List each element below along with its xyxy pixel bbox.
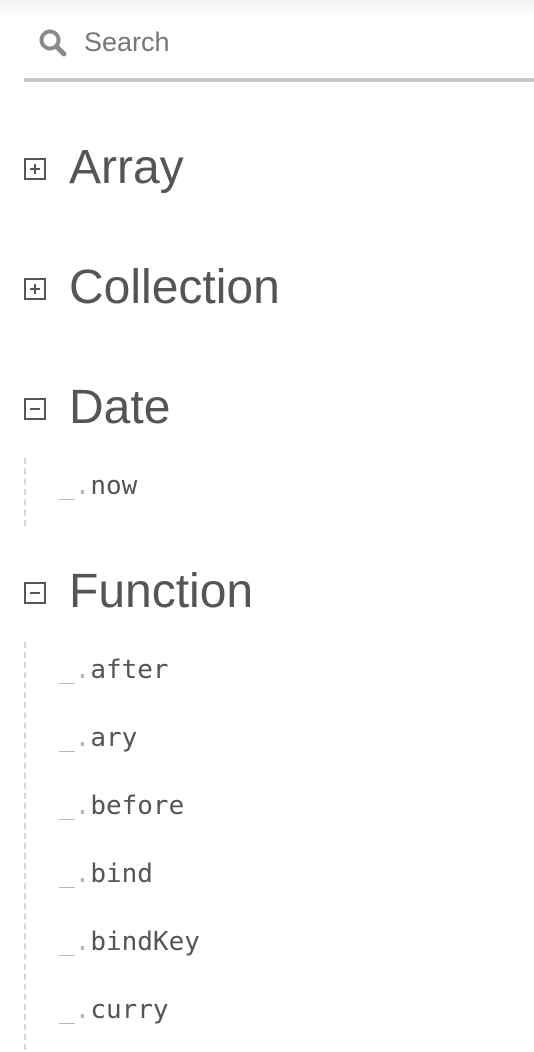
method-prefix: _. (59, 791, 91, 821)
method-label[interactable]: _.before (59, 791, 184, 821)
search-icon[interactable] (38, 28, 68, 58)
search-bar (24, 18, 534, 82)
method-prefix: _. (59, 927, 91, 957)
plus-square-icon[interactable] (24, 278, 46, 300)
method-label[interactable]: _.curry (59, 995, 169, 1025)
category-header-function[interactable]: Function (24, 562, 534, 622)
method-name: bindKey (90, 927, 200, 957)
method-label[interactable]: _.ary (59, 723, 137, 753)
method-name: curry (90, 995, 169, 1025)
category-date: Date _.now (24, 378, 534, 526)
category-title[interactable]: Collection (69, 258, 280, 318)
method-label[interactable]: _.bindKey (59, 927, 200, 957)
method-list-function: _.after _.ary _.before _.bind _.bindKey … (24, 642, 534, 1050)
method-name: ary (90, 723, 138, 753)
category-array: Array (24, 138, 534, 198)
method-label[interactable]: _.after (59, 655, 169, 685)
search-input[interactable] (84, 24, 524, 60)
method-link-after[interactable]: _.after (26, 642, 534, 710)
category-title[interactable]: Array (69, 138, 184, 198)
method-link-bind[interactable]: _.bind (26, 846, 534, 914)
category-collection: Collection (24, 258, 534, 318)
category-title[interactable]: Function (69, 562, 253, 622)
method-name: after (90, 655, 169, 685)
category-header-date[interactable]: Date (24, 378, 534, 438)
method-list-date: _.now (24, 458, 534, 526)
method-name: now (90, 471, 138, 501)
plus-square-icon[interactable] (24, 158, 46, 180)
method-link-before[interactable]: _.before (26, 778, 534, 846)
method-prefix: _. (59, 995, 91, 1025)
method-prefix: _. (59, 471, 91, 501)
method-prefix: _. (59, 859, 91, 889)
method-link-bindkey[interactable]: _.bindKey (26, 914, 534, 982)
category-header-array[interactable]: Array (24, 138, 534, 198)
method-link-ary[interactable]: _.ary (26, 710, 534, 778)
method-link-curry[interactable]: _.curry (26, 982, 534, 1050)
top-shade (0, 0, 534, 20)
method-name: before (90, 791, 185, 821)
method-prefix: _. (59, 655, 91, 685)
method-link-now[interactable]: _.now (26, 458, 534, 526)
method-label[interactable]: _.bind (59, 859, 153, 889)
category-title[interactable]: Date (69, 378, 170, 438)
method-prefix: _. (59, 723, 91, 753)
method-name: bind (90, 859, 153, 889)
minus-square-icon[interactable] (24, 398, 46, 420)
category-function: Function _.after _.ary _.before _.bind _… (24, 562, 534, 1050)
minus-square-icon[interactable] (24, 582, 46, 604)
category-header-collection[interactable]: Collection (24, 258, 534, 318)
method-label[interactable]: _.now (59, 471, 137, 501)
